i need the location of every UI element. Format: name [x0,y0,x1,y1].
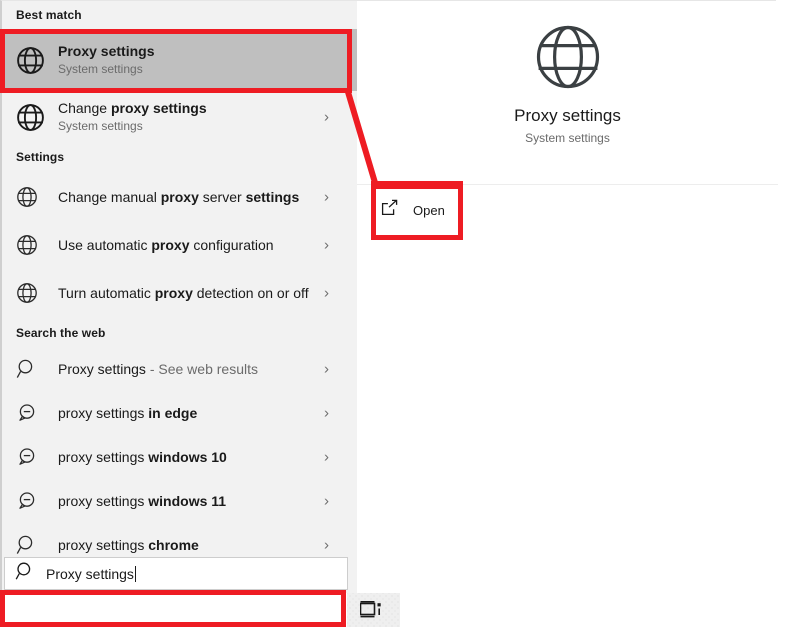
text-cursor [135,566,136,582]
globe-icon [16,182,46,212]
preview-title: Proxy settings [514,106,621,126]
result-change-manual-proxy-server-settings[interactable]: Change manual proxy server settings › [2,171,357,223]
result-best-match-proxy-settings[interactable]: Proxy settings System settings [2,29,357,91]
chat-bubble-icon [16,442,46,472]
result-text-block: Proxy settings - See web results [58,361,323,378]
open-label: Open [413,203,445,218]
chat-bubble-icon [16,486,46,516]
result-title: proxy settings windows 11 [58,493,323,510]
result-text-block: proxy settings windows 11 [58,493,323,510]
start-menu-search-flyout: Best match Proxy settings System setting… [0,0,776,592]
chevron-right-icon[interactable]: › [324,494,329,509]
chevron-right-icon[interactable]: › [324,450,329,465]
globe-icon [16,278,46,308]
result-text-block: Proxy settings System settings [58,43,323,77]
result-text-block: proxy settings chrome [58,537,323,554]
result-use-automatic-proxy-configuration[interactable]: Use automatic proxy configuration › [2,223,357,267]
result-text-block: Use automatic proxy configuration [58,237,323,254]
result-title: Proxy settings - See web results [58,361,323,378]
result-title: proxy settings in edge [58,405,323,422]
result-web-proxy-settings-in-edge[interactable]: proxy settings in edge › [2,391,357,435]
preview-subtitle: System settings [525,131,610,145]
search-input[interactable]: Proxy settings [4,557,348,590]
chevron-right-icon[interactable]: › [324,238,329,253]
search-results-pane: Best match Proxy settings System setting… [2,1,357,593]
chevron-right-icon[interactable]: › [324,190,329,205]
external-link-icon [381,199,399,222]
result-web-proxy-settings[interactable]: Proxy settings - See web results › [2,347,357,391]
result-change-proxy-settings[interactable]: Change proxy settings System settings › [2,91,357,143]
result-title: Turn automatic proxy detection on or off [58,285,323,302]
search-icon [15,561,35,586]
result-text-block: proxy settings windows 10 [58,449,323,466]
preview-hero: Proxy settings System settings [357,1,778,185]
open-button[interactable]: Open [381,189,445,231]
globe-icon [534,23,602,96]
section-header-search-the-web: Search the web [2,319,357,347]
result-web-proxy-settings-windows-11[interactable]: proxy settings windows 11 › [2,479,357,523]
globe-icon [16,102,46,132]
chat-bubble-icon [16,398,46,428]
preview-pane: Proxy settings System settings Open [357,1,778,593]
result-subtitle: System settings [58,118,323,134]
chevron-right-icon[interactable]: › [324,110,329,125]
globe-icon [16,45,46,75]
search-input-value: Proxy settings [46,566,134,582]
section-header-best-match: Best match [2,1,357,29]
result-title: Change manual proxy server settings [58,189,323,206]
result-text-block: Change proxy settings System settings [58,100,323,134]
result-text-block: proxy settings in edge [58,405,323,422]
result-subtitle: System settings [58,61,323,77]
globe-icon [16,230,46,260]
result-title: proxy settings chrome [58,537,323,554]
search-icon [16,530,46,560]
result-title: proxy settings windows 10 [58,449,323,466]
result-text-block: Change manual proxy server settings [58,189,323,206]
result-title: Change proxy settings [58,100,323,117]
result-web-proxy-settings-windows-10[interactable]: proxy settings windows 10 › [2,435,357,479]
result-turn-automatic-proxy-detection[interactable]: Turn automatic proxy detection on or off… [2,267,357,319]
task-view-icon[interactable] [360,601,382,618]
result-text-block: Turn automatic proxy detection on or off [58,285,323,302]
result-title: Proxy settings [58,43,323,60]
search-icon [16,354,46,384]
chevron-right-icon[interactable]: › [324,538,329,553]
section-header-settings: Settings [2,143,357,171]
chevron-right-icon[interactable]: › [324,406,329,421]
taskbar [0,592,788,627]
result-title: Use automatic proxy configuration [58,237,323,254]
chevron-right-icon[interactable]: › [324,286,329,301]
chevron-right-icon[interactable]: › [324,362,329,377]
